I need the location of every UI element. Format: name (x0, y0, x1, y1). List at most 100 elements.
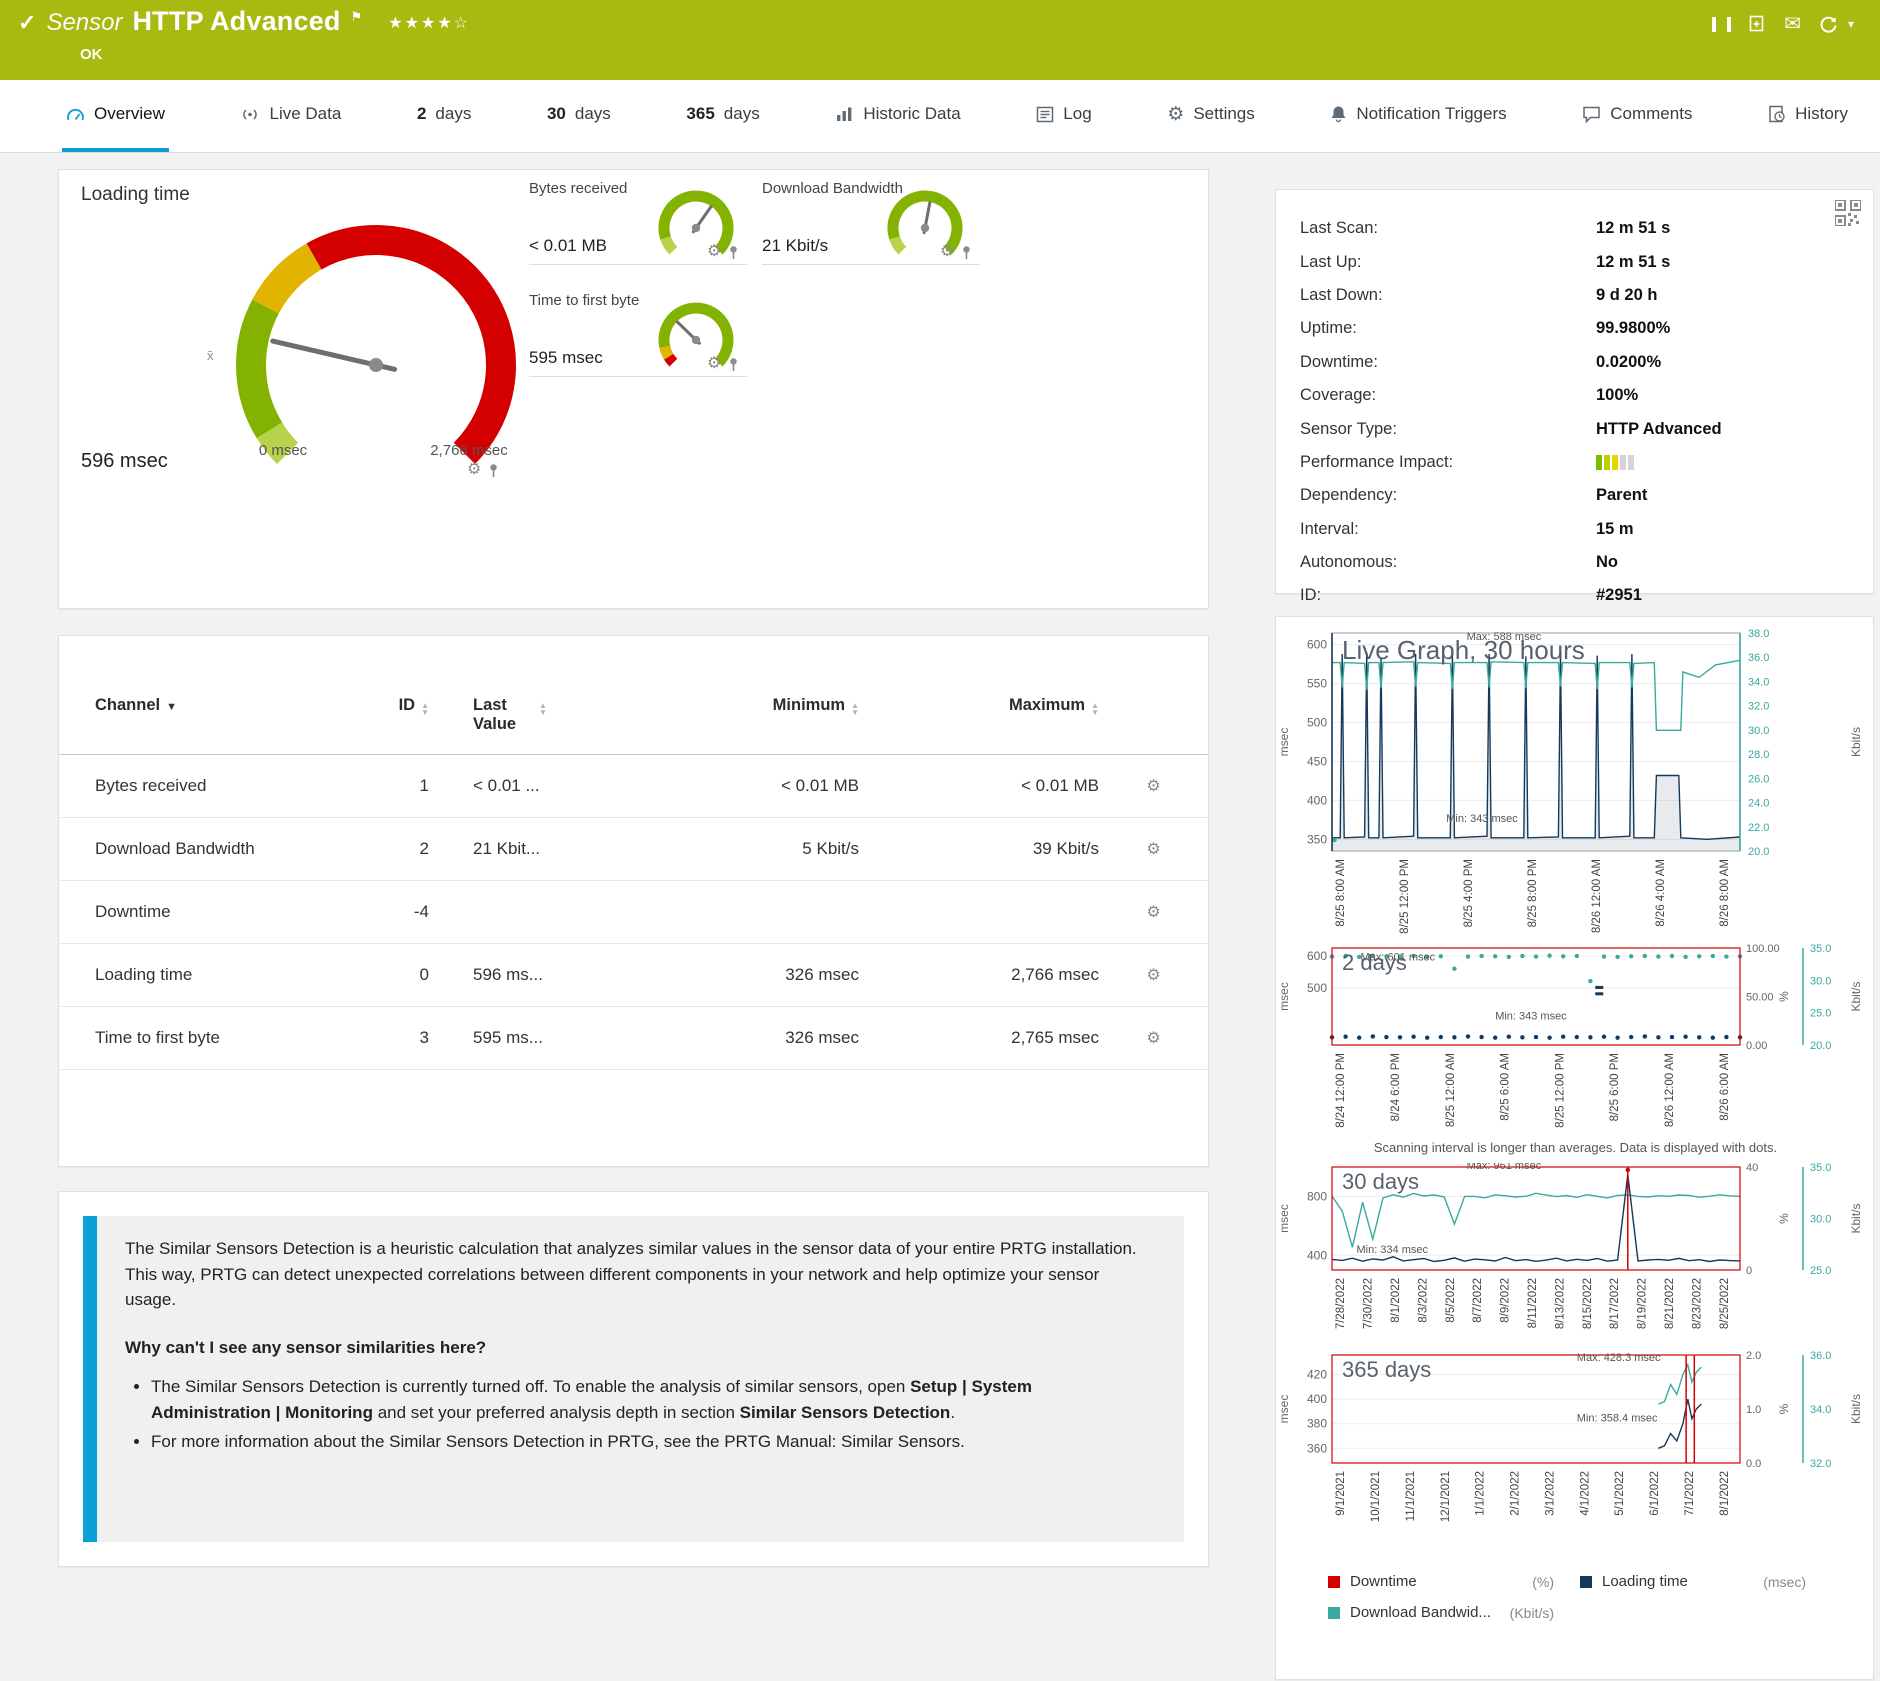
svg-text:30.0: 30.0 (1748, 725, 1769, 737)
channel-settings-gear-icon[interactable]: ⚙ (1146, 778, 1160, 795)
column-header-channel[interactable]: Channel▼ (59, 696, 359, 715)
column-header-last-value[interactable]: Last Value▲▼ (429, 696, 629, 734)
tab-historic-data[interactable]: Historic Data (831, 80, 964, 152)
table-row[interactable]: Loading time 0 596 ms... 326 msec 2,766 … (59, 944, 1208, 1007)
svg-text:Kbit/s: Kbit/s (1849, 981, 1863, 1011)
stat-row: Uptime:99.9800% (1300, 312, 1849, 345)
loading-time-gauge (211, 210, 541, 480)
tab-comments[interactable]: Comments (1578, 80, 1696, 152)
channel-settings-gear-icon[interactable]: ⚙ (1146, 904, 1160, 921)
flag-icon[interactable]: ⚑ (351, 9, 363, 25)
pin-icon[interactable] (488, 463, 499, 478)
svg-text:8/9/2022: 8/9/2022 (1500, 1278, 1512, 1323)
sort-desc-icon: ▼ (166, 701, 177, 713)
svg-text:450: 450 (1307, 754, 1327, 768)
refresh-icon[interactable] (1819, 15, 1838, 34)
stat-row: Sensor Type:HTTP Advanced (1300, 412, 1849, 445)
table-row[interactable]: Downtime -4 ⚙ (59, 881, 1208, 944)
svg-text:22.0: 22.0 (1748, 822, 1769, 834)
svg-text:8/23/2022: 8/23/2022 (1691, 1278, 1703, 1329)
gear-icon[interactable]: ⚙ (707, 244, 721, 260)
svg-text:600: 600 (1307, 949, 1327, 963)
tab-365-days[interactable]: 365days (682, 80, 763, 152)
svg-text:Kbit/s: Kbit/s (1849, 727, 1863, 757)
pause-icon[interactable] (1712, 17, 1731, 32)
legend-item-loading-time: Loading time(msec) (1580, 1573, 1832, 1590)
svg-text:360: 360 (1307, 1441, 1327, 1455)
svg-text:0.0: 0.0 (1746, 1458, 1761, 1470)
svg-text:40: 40 (1746, 1163, 1758, 1174)
graph-365-days[interactable]: 420400380360msec2.01.00.0%36.034.032.0Kb… (1276, 1351, 1873, 1548)
tab-live-data[interactable]: Live Data (236, 80, 345, 152)
tab-log[interactable]: Log (1032, 80, 1095, 152)
chevron-down-icon[interactable]: ▾ (1848, 17, 1854, 31)
svg-text:Min: 343 msec: Min: 343 msec (1446, 813, 1518, 825)
main-gauge-min: 0 msec (247, 442, 319, 459)
column-header-id[interactable]: ID▲▼ (359, 696, 429, 716)
table-row[interactable]: Download Bandwidth 2 21 Kbit... 5 Kbit/s… (59, 818, 1208, 881)
tab-overview[interactable]: Overview (62, 80, 169, 152)
tab-2-days[interactable]: 2days (413, 80, 475, 152)
svg-text:8/25 6:00 AM: 8/25 6:00 AM (1500, 1053, 1512, 1121)
pin-icon[interactable] (728, 357, 739, 372)
gear-icon[interactable]: ⚙ (940, 244, 954, 260)
status-badge: OK (80, 46, 103, 63)
svg-text:8/26 6:00 AM: 8/26 6:00 AM (1719, 1053, 1731, 1121)
gear-icon[interactable]: ⚙ (467, 462, 481, 478)
similar-sensors-panel: The Similar Sensors Detection is a heuri… (58, 1191, 1209, 1567)
graph-2-days[interactable]: 600500msec100.0050.000.00%35.030.025.020… (1276, 944, 1873, 1138)
tab-notification-triggers[interactable]: Notification Triggers (1326, 80, 1510, 152)
stat-row: Coverage:100% (1300, 379, 1849, 412)
svg-text:8/1/2022: 8/1/2022 (1719, 1471, 1731, 1516)
qr-code-icon[interactable] (1835, 200, 1861, 226)
svg-text:26.0: 26.0 (1748, 773, 1769, 785)
tab-history[interactable]: History (1764, 80, 1852, 152)
pin-icon[interactable] (728, 245, 739, 260)
table-row[interactable]: Bytes received 1 < 0.01 ... < 0.01 MB < … (59, 755, 1208, 818)
svg-text:24.0: 24.0 (1748, 798, 1769, 810)
svg-text:8/7/2022: 8/7/2022 (1472, 1278, 1484, 1323)
similar-sensors-question: Why can't I see any sensor similarities … (125, 1335, 1154, 1361)
stat-row: Last Up:12 m 51 s (1300, 245, 1849, 278)
status-ok-icon: ✓ (18, 10, 36, 36)
stat-row: ID:#2951 (1300, 579, 1849, 612)
stat-row: Interval:15 m (1300, 513, 1849, 546)
download-bandwidth-value: 21 Kbit/s (762, 236, 828, 256)
svg-text:3/1/2022: 3/1/2022 (1544, 1471, 1556, 1516)
table-header-row: Channel▼ ID▲▼ Last Value▲▼ Minimum▲▼ Max… (59, 692, 1208, 755)
clone-icon[interactable] (1749, 15, 1766, 33)
svg-text:28.0: 28.0 (1748, 749, 1769, 761)
tab-30-days[interactable]: 30days (543, 80, 615, 152)
channel-settings-gear-icon[interactable]: ⚙ (1146, 841, 1160, 858)
channel-settings-gear-icon[interactable]: ⚙ (1146, 1030, 1160, 1047)
mail-icon[interactable]: ✉ (1784, 14, 1801, 34)
sort-icon: ▲▼ (1091, 702, 1099, 716)
tab-settings[interactable]: ⚙ Settings (1163, 80, 1258, 152)
pin-icon[interactable] (961, 245, 972, 260)
svg-text:400: 400 (1307, 793, 1327, 807)
svg-text:Max: 428.3 msec: Max: 428.3 msec (1577, 1352, 1661, 1364)
svg-text:32.0: 32.0 (1748, 701, 1769, 713)
stat-row: Last Down:9 d 20 h (1300, 279, 1849, 312)
bytes-received-value: < 0.01 MB (529, 236, 607, 256)
svg-text:1/1/2022: 1/1/2022 (1475, 1471, 1487, 1516)
live-graph-30-hours[interactable]: 600550500450400350msec38.036.034.032.030… (1276, 629, 1873, 942)
channel-table-panel: Channel▼ ID▲▼ Last Value▲▼ Minimum▲▼ Max… (58, 635, 1209, 1167)
svg-text:50.00: 50.00 (1746, 992, 1774, 1004)
column-header-maximum[interactable]: Maximum▲▼ (859, 696, 1099, 716)
svg-text:550: 550 (1307, 677, 1327, 691)
column-header-minimum[interactable]: Minimum▲▼ (629, 696, 859, 716)
graph-30-days[interactable]: 800400msec400%35.030.025.0Kbit/s7/28/202… (1276, 1163, 1873, 1349)
stat-row: Dependency:Parent (1300, 479, 1849, 512)
svg-text:30.0: 30.0 (1810, 975, 1831, 987)
app-header: ✓ Sensor HTTP Advanced ⚑ ★★★★☆ OK ✉ ▾ (0, 0, 1880, 80)
channel-settings-gear-icon[interactable]: ⚙ (1146, 967, 1160, 984)
priority-stars[interactable]: ★★★★☆ (388, 13, 470, 33)
time-to-first-byte-label: Time to first byte (529, 292, 639, 309)
table-row[interactable]: Time to first byte 3 595 ms... 326 msec … (59, 1007, 1208, 1070)
stat-row: Last Scan:12 m 51 s (1300, 212, 1849, 245)
svg-text:8/26 12:00 AM: 8/26 12:00 AM (1591, 859, 1603, 933)
gear-icon[interactable]: ⚙ (707, 356, 721, 372)
svg-text:25.0: 25.0 (1810, 1008, 1831, 1020)
svg-text:%: % (1777, 1403, 1791, 1414)
